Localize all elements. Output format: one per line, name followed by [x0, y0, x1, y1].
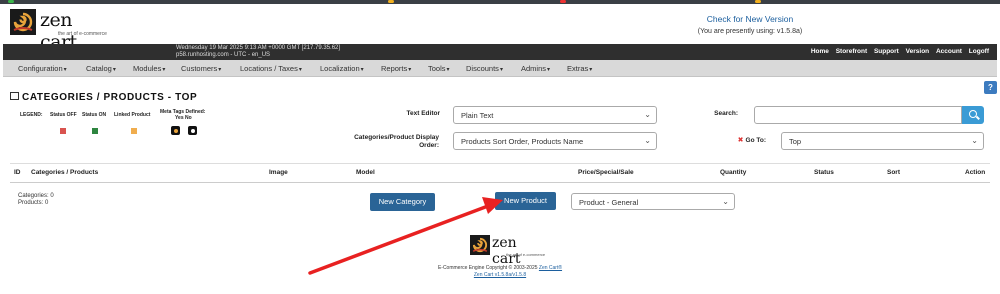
header-link-logoff[interactable]: Logoff — [969, 48, 989, 55]
listing-counts: Categories: 0 Products: 0 — [18, 193, 54, 207]
status-on-icon — [92, 128, 98, 134]
goto-select[interactable]: Top ⌄ — [781, 132, 984, 150]
search-label: Search: — [714, 110, 738, 117]
server-info: Wednesday 19 Mar 2025 9:13 AM +0000 GMT … — [176, 45, 340, 59]
goto-label: ✖ Go To: — [700, 136, 766, 144]
server-host: p58.runhosting.com - UTC - en_US — [176, 52, 271, 58]
admin-header-bar: Wednesday 19 Mar 2025 9:13 AM +0000 GMT … — [3, 44, 997, 60]
help-button[interactable]: ? — [984, 81, 997, 94]
current-version-text: (You are presently using: v1.5.8a) — [697, 28, 803, 35]
display-order-label: Categories/Product Display Order: — [320, 134, 439, 150]
footer-brand-tagline: the art of e-commerce — [506, 252, 546, 257]
menu-configuration[interactable]: Configuration — [18, 64, 67, 73]
header-link-storefront[interactable]: Storefront — [836, 48, 867, 55]
text-editor-label: Text Editor — [406, 110, 440, 117]
footer-version: Zen Cart v1.5.8a/v1.5.8 — [400, 272, 600, 278]
legend-label: LEGEND: — [20, 112, 43, 118]
version-panel: Check for New Version (You are presently… — [650, 14, 850, 35]
text-editor-value: Plain Text — [461, 111, 494, 120]
menu-tools[interactable]: Tools — [428, 64, 450, 73]
meta-tags-no-icon — [188, 126, 197, 135]
menu-locations-taxes[interactable]: Locations / Taxes — [240, 64, 302, 73]
chevron-down-icon: ⌄ — [722, 197, 729, 206]
legend-status-off: Status OFF — [50, 112, 77, 118]
menu-reports[interactable]: Reports — [381, 64, 411, 73]
col-id: ID — [14, 169, 21, 176]
product-type-select[interactable]: Product - General ⌄ — [571, 193, 735, 210]
display-order-select[interactable]: Products Sort Order, Products Name ⌄ — [453, 132, 657, 150]
display-order-value: Products Sort Order, Products Name — [461, 137, 584, 146]
legend-linked: Linked Product — [114, 112, 151, 118]
goto-value: Top — [789, 137, 802, 146]
display-order-label-line2: Order: — [419, 142, 439, 149]
search-button[interactable] — [962, 106, 984, 124]
page-title: Categories / Products - Top — [10, 92, 197, 103]
header-links: Home Storefront Support Version Account … — [806, 48, 989, 55]
chevron-down-icon: ⌄ — [971, 136, 978, 145]
categories-count: Categories: 0 — [18, 193, 54, 199]
footer-copyright-text: E-Commerce Engine Copyright © 2003-2025 — [437, 265, 538, 271]
menu-modules[interactable]: Modules — [133, 64, 165, 73]
goto-label-text: Go To: — [745, 137, 766, 144]
search-input[interactable] — [754, 106, 962, 124]
page-title-text: Categories / Products - Top — [22, 92, 198, 103]
meta-tags-yes-icon — [171, 126, 180, 135]
col-action: Action — [965, 169, 986, 176]
product-type-value: Product - General — [579, 198, 639, 207]
folder-icon — [10, 92, 19, 100]
col-model: Model — [356, 169, 375, 176]
browser-top-strip — [0, 0, 1000, 4]
chevron-down-icon: ⌄ — [644, 110, 651, 119]
footer-copyright: E-Commerce Engine Copyright © 2003-2025 … — [400, 265, 600, 271]
status-legend: LEGEND: Status OFF Status ON Linked Prod… — [20, 109, 220, 139]
col-image: Image — [269, 169, 288, 176]
header-link-support[interactable]: Support — [874, 48, 899, 55]
header-link-version[interactable]: Version — [906, 48, 929, 55]
close-icon: ✖ — [737, 137, 744, 144]
status-off-icon — [60, 128, 66, 134]
legend-status-on: Status ON — [82, 112, 107, 118]
footer-version-link[interactable]: Zen Cart v1.5.8a/v1.5.8 — [474, 272, 526, 278]
new-category-button[interactable]: New Category — [370, 193, 435, 211]
menu-extras[interactable]: Extras — [567, 64, 592, 73]
col-quantity: Quantity — [720, 169, 747, 176]
menu-catalog[interactable]: Catalog — [86, 64, 116, 73]
menu-discounts[interactable]: Discounts — [466, 64, 503, 73]
search-icon — [969, 110, 977, 118]
footer-logo: zen cart the art of e-commerce — [470, 235, 545, 267]
products-count: Products: 0 — [18, 200, 49, 206]
brand-tagline: the art of e-commerce — [58, 31, 107, 37]
chevron-down-icon: ⌄ — [644, 136, 651, 145]
legend-yes-no: Yes No — [175, 115, 192, 121]
server-datetime: Wednesday 19 Mar 2025 9:13 AM +0000 GMT … — [176, 45, 341, 51]
footer-brand-name: zen cart — [492, 235, 521, 267]
main-menu-bar: Configuration Catalog Modules Customers … — [3, 60, 997, 77]
header-link-account[interactable]: Account — [936, 48, 962, 55]
listing-table-header: ID Categories / Products Image Model Pri… — [10, 163, 990, 183]
zen-cart-logo-icon — [10, 9, 36, 35]
text-editor-select[interactable]: Plain Text ⌄ — [453, 106, 657, 124]
menu-customers[interactable]: Customers — [181, 64, 221, 73]
new-product-button[interactable]: New Product — [495, 192, 556, 210]
menu-localization[interactable]: Localization — [320, 64, 364, 73]
col-sort: Sort — [887, 169, 900, 176]
zen-cart-logo-icon — [470, 235, 490, 255]
footer-zen-cart-link[interactable]: Zen Cart® — [539, 265, 562, 271]
zen-cart-logo[interactable]: zen cart the art of e-commerce — [10, 9, 110, 53]
col-categories-products: Categories / Products — [31, 169, 99, 176]
menu-admins[interactable]: Admins — [521, 64, 550, 73]
col-status: Status — [814, 169, 834, 176]
linked-product-icon — [131, 128, 137, 134]
display-order-label-line1: Categories/Product Display — [354, 134, 439, 141]
col-price: Price/Special/Sale — [578, 169, 634, 176]
header-link-home[interactable]: Home — [811, 48, 829, 55]
check-version-link[interactable]: Check for New Version — [650, 14, 850, 24]
